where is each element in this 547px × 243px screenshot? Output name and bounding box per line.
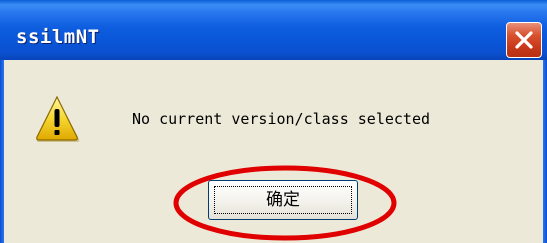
message-text: No current version/class selected [132,110,431,128]
window-frame-right [543,60,547,243]
ok-button[interactable]: 确定 [208,180,358,220]
window-frame-left [0,60,4,243]
warning-icon [36,95,80,142]
close-button[interactable] [506,22,542,58]
close-icon [515,31,533,49]
dialog-window: ssilmNT No current version/class selecte… [0,0,547,243]
ok-button-label: 确定 [266,190,300,210]
window-title: ssilmNT [16,26,100,48]
title-bar[interactable]: ssilmNT [0,0,547,60]
